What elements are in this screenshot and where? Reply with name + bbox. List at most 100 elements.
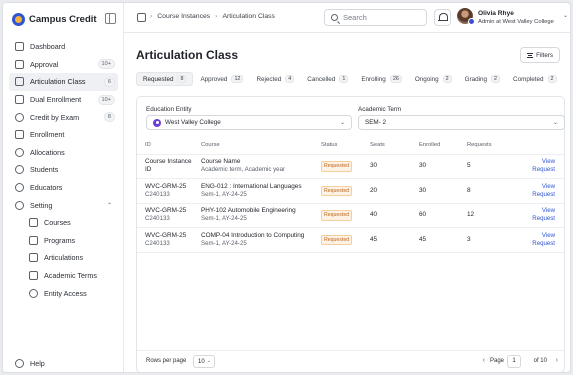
courses-icon [29, 218, 38, 228]
articulation-table: ID Course Status Seats Enrolled Requests… [137, 137, 564, 253]
sidebar-item-approval[interactable]: Approval 10+ [9, 56, 118, 74]
tab-label: Rejected [256, 75, 282, 83]
sidebar-subitem-articulations[interactable]: Articulations [9, 249, 118, 267]
tab-label: Ongoing [414, 75, 439, 83]
filters-button[interactable]: Filters [520, 47, 560, 63]
instance-id: WVC-GRM-25 [145, 231, 187, 239]
cell-seats: 40 [370, 203, 419, 228]
view-request-link[interactable]: View Request [532, 183, 555, 198]
breadcrumb-item-course-instances[interactable]: Course Instances [157, 13, 210, 20]
tab-label: Completed [513, 75, 544, 83]
sidebar-item-enrollment[interactable]: Enrollment [9, 126, 118, 144]
course-term: Sem-1, AY-24-25 [201, 190, 247, 198]
previous-page-icon[interactable]: ‹ [483, 357, 485, 364]
tab-requested[interactable]: Requested 8 [136, 72, 194, 86]
sidebar-item-badge: 6 [103, 76, 115, 87]
tab-count: 2 [547, 75, 557, 83]
column-header-enrolled[interactable]: Enrolled [419, 137, 467, 155]
tab-rejected[interactable]: Rejected 4 [250, 72, 300, 86]
chevron-down-icon: ⌄ [206, 358, 211, 364]
status-badge: Requested [321, 185, 353, 196]
sidebar-item-help[interactable]: Help [15, 359, 45, 368]
education-entity-label: Education Entity [146, 106, 192, 113]
students-icon [15, 165, 24, 175]
cell-action: View Request [519, 154, 564, 179]
cell-course: Course Name Academic term, Academic year [201, 154, 321, 179]
sidebar-subitem-entity-access[interactable]: Entity Access [9, 284, 118, 302]
cell-status: Requested [321, 178, 370, 204]
view-request-link[interactable]: View Request [532, 207, 555, 222]
user-menu-chevron-icon[interactable]: ⌄ [563, 12, 568, 19]
sidebar-subitem-academic-terms[interactable]: Academic Terms [9, 267, 118, 285]
sidebar-item-badge: 10+ [97, 59, 115, 70]
course-term: Sem-1, AY-24-25 [201, 239, 247, 247]
tab-approved[interactable]: Approved 12 [194, 72, 249, 86]
sidebar-item-label: Enrollment [30, 130, 65, 140]
column-header-id[interactable]: ID [137, 137, 201, 155]
sidebar-item-educators[interactable]: Educators [9, 179, 118, 197]
sidebar-item-students[interactable]: Students [9, 161, 118, 179]
sidebar-item-allocations[interactable]: Allocations [9, 144, 118, 162]
entity-access-icon [29, 288, 38, 298]
tab-label: Enrolling [361, 75, 386, 83]
cell-id: Course Instance ID [137, 154, 201, 179]
cell-course: COMP-04 Introduction to Computing Sem-1, … [201, 227, 321, 253]
search-box[interactable] [324, 9, 427, 26]
view-request-link[interactable]: View Request [532, 158, 555, 173]
cell-seats: 30 [370, 154, 419, 179]
dashboard-icon [15, 42, 24, 52]
column-header-status[interactable]: Status [321, 137, 370, 155]
sidebar-subitem-courses[interactable]: Courses [9, 214, 118, 232]
instance-sub-id: C240133 [145, 190, 170, 198]
sidebar-collapse-icon[interactable] [105, 13, 116, 24]
sidebar-item-setting[interactable]: Setting ⌃ [9, 196, 118, 214]
tab-label: Approved [200, 75, 228, 83]
tab-enrolling[interactable]: Enrolling 26 [355, 72, 408, 86]
search-input[interactable] [343, 13, 423, 22]
tab-grading[interactable]: Grading 2 [459, 72, 506, 86]
main-content: Articulation Class Filters Requested 8 Ap… [124, 34, 570, 372]
articulations-icon [29, 253, 38, 263]
sidebar-subitem-programs[interactable]: Programs [9, 232, 118, 250]
column-header-seats[interactable]: Seats [370, 137, 419, 155]
tab-ongoing[interactable]: Ongoing 2 [409, 72, 458, 86]
breadcrumb-home-icon[interactable] [137, 13, 146, 22]
sidebar-item-label: Educators [30, 183, 63, 193]
notification-bell-icon[interactable] [434, 9, 451, 26]
cell-action: View Request [519, 203, 564, 228]
sidebar-item-dashboard[interactable]: Dashboard [9, 38, 118, 56]
sidebar-item-badge: 10+ [97, 94, 115, 105]
cell-status: Requested [321, 154, 370, 179]
tab-completed[interactable]: Completed 2 [507, 72, 562, 86]
entity-logo-icon [153, 118, 161, 127]
rows-per-page-select[interactable]: 10 ⌄ [193, 355, 215, 368]
tab-count: 4 [285, 75, 295, 83]
tab-count: 2 [442, 75, 452, 83]
status-badge: Requested [321, 210, 353, 221]
column-header-requests[interactable]: Requests [467, 137, 519, 155]
education-entity-select[interactable]: West Valley College ⌄ [146, 115, 352, 130]
brand[interactable]: Campus Credit [12, 12, 97, 26]
tab-cancelled[interactable]: Cancelled 1 [301, 72, 354, 86]
articulation-icon [15, 77, 24, 87]
sidebar-item-dual-enrollment[interactable]: Dual Enrollment 10+ [9, 91, 118, 109]
rows-per-page-value: 10 [198, 358, 205, 365]
next-page-icon[interactable]: › [556, 357, 558, 364]
column-header-course[interactable]: Course [201, 137, 321, 155]
educators-icon [15, 183, 24, 193]
course-name: COMP-04 Introduction to Computing [201, 231, 305, 239]
sidebar-item-articulation-class[interactable]: Articulation Class 6 [9, 73, 118, 91]
academic-term-select[interactable]: SEM- 2 ⌄ [358, 115, 565, 130]
view-request-link[interactable]: View Request [532, 232, 555, 247]
chevron-down-icon: ⌄ [339, 120, 345, 126]
education-entity-value: West Valley College [165, 119, 221, 126]
cell-action: View Request [519, 178, 564, 204]
cell-seats: 20 [370, 178, 419, 204]
table-row: WVC-GRM-25 C240133 COMP-04 Introduction t… [137, 227, 564, 253]
dual-enrollment-icon [15, 95, 24, 105]
course-term: Academic term, Academic year [201, 166, 285, 174]
page-title: Articulation Class [136, 48, 239, 62]
sidebar-item-credit-by-exam[interactable]: Credit by Exam 8 [9, 108, 118, 126]
sidebar-item-badge: 8 [103, 112, 115, 123]
page-number-input[interactable]: 1 [507, 355, 521, 368]
